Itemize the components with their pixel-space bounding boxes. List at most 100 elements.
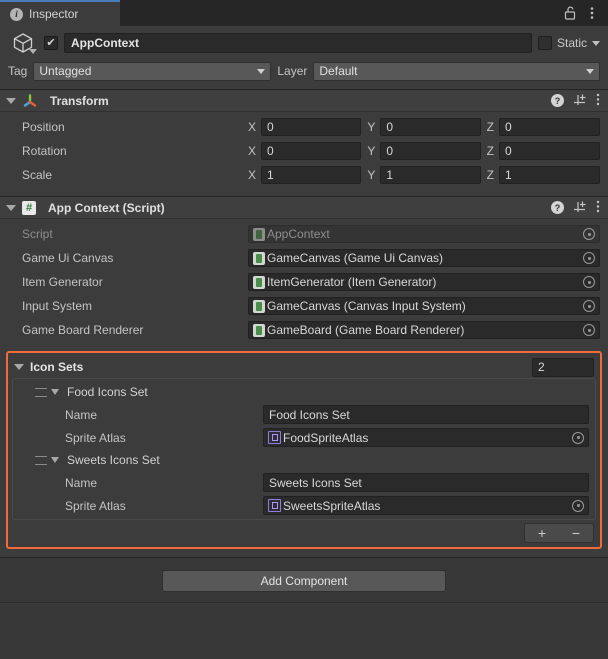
object-picker-icon[interactable] [572, 431, 584, 444]
axis-z-label: Z [486, 120, 494, 134]
static-checkbox[interactable] [537, 36, 552, 50]
inspector-tabbar: i Inspector [0, 0, 608, 26]
sprite-atlas-icon [268, 499, 281, 512]
field-row-script: Script AppContext [8, 223, 600, 245]
add-component-area: Add Component [0, 558, 608, 602]
layer-chevron-down-icon [586, 68, 594, 74]
static-label: Static [556, 36, 587, 50]
icon-sets-size-input[interactable]: 2 [532, 357, 594, 377]
app-context-header[interactable]: # App Context (Script) ? [0, 197, 608, 219]
object-value: SweetsSpriteAtlas [283, 498, 381, 513]
object-picker-icon[interactable] [583, 276, 595, 288]
position-z-input[interactable]: 0 [499, 118, 600, 136]
object-picker-icon[interactable] [583, 228, 595, 240]
static-toggle-group[interactable]: Static [537, 36, 600, 50]
object-picker-icon[interactable] [583, 252, 595, 264]
element-foldout-icon[interactable] [51, 389, 59, 395]
element-row-name: Name Food Icons Set [13, 403, 595, 426]
add-component-button[interactable]: Add Component [162, 570, 446, 592]
tag-dropdown[interactable]: Untagged [33, 61, 272, 81]
element-foldout-icon[interactable] [51, 457, 59, 463]
row-label: Position [22, 120, 65, 134]
transform-row-position: Position X 0 Y 0 Z 0 [8, 116, 600, 138]
object-value: ItemGenerator (Item Generator) [267, 275, 437, 289]
game-ui-canvas-object-field[interactable]: GameCanvas (Game Ui Canvas) [248, 249, 600, 267]
bottom-strip [0, 602, 608, 610]
add-element-button[interactable]: + [538, 526, 546, 540]
icon-set-name-input[interactable]: Sweets Icons Set [263, 473, 589, 492]
game-board-renderer-object-field[interactable]: GameBoard (Game Board Renderer) [248, 321, 600, 339]
row-label: Name [65, 475, 98, 490]
scale-z-input[interactable]: 1 [499, 166, 600, 184]
transform-header[interactable]: Transform ? [0, 90, 608, 112]
drag-handle-icon[interactable] [35, 455, 47, 465]
axis-x-label: X [248, 144, 257, 158]
scale-y-input[interactable]: 1 [380, 166, 481, 184]
drag-handle-icon[interactable] [35, 387, 47, 397]
array-element-header[interactable]: Food Icons Set [13, 381, 595, 403]
transform-row-rotation: Rotation X 0 Y 0 Z 0 [8, 140, 600, 162]
kebab-menu-icon[interactable] [586, 5, 598, 21]
axis-z-label: Z [486, 144, 494, 158]
object-value: GameCanvas (Game Ui Canvas) [267, 251, 444, 265]
cube-dropdown-caret-icon[interactable] [29, 49, 37, 54]
kebab-menu-icon[interactable] [596, 93, 600, 109]
layer-dropdown[interactable]: Default [313, 61, 600, 81]
row-label: Sprite Atlas [65, 430, 126, 445]
preset-settings-icon[interactable] [573, 200, 587, 216]
gameobject-name-input[interactable]: AppContext [64, 33, 532, 53]
cube-icon[interactable] [8, 32, 38, 54]
icon-set-name-input[interactable]: Food Icons Set [263, 405, 589, 424]
sprite-atlas-object-field[interactable]: FoodSpriteAtlas [263, 428, 589, 447]
gameobject-enabled-checkbox[interactable]: ✔ [44, 36, 58, 50]
field-row-item-generator: Item Generator ItemGenerator (Item Gener… [8, 271, 600, 293]
axis-z-label: Z [486, 168, 494, 182]
layer-label: Layer [277, 64, 308, 78]
icon-sets-array: Icon Sets 2 Food Icons Set Name Food Ico… [6, 351, 602, 549]
rotation-x-input[interactable]: 0 [261, 142, 362, 160]
row-label: Scale [22, 168, 53, 182]
array-element-header[interactable]: Sweets Icons Set [13, 449, 595, 471]
field-row-game-ui-canvas: Game Ui Canvas GameCanvas (Game Ui Canva… [8, 247, 600, 269]
axis-x-label: X [248, 120, 257, 134]
app-context-foldout-icon[interactable] [6, 204, 16, 211]
csharp-script-icon: # [22, 200, 36, 215]
script-asset-icon [253, 299, 265, 313]
help-circle-icon[interactable]: ? [551, 94, 564, 107]
object-picker-icon[interactable] [583, 300, 595, 312]
scale-x-input[interactable]: 1 [261, 166, 362, 184]
static-chevron-down-icon[interactable] [592, 40, 600, 46]
remove-element-button[interactable]: − [572, 526, 580, 540]
unlocked-padlock-icon[interactable] [564, 6, 576, 20]
transform-foldout-icon[interactable] [6, 97, 16, 104]
sprite-atlas-object-field[interactable]: SweetsSpriteAtlas [263, 496, 589, 515]
field-row-input-system: Input System GameCanvas (Canvas Input Sy… [8, 295, 600, 317]
object-picker-icon[interactable] [572, 499, 584, 512]
rotation-y-input[interactable]: 0 [380, 142, 481, 160]
icon-sets-foldout-icon[interactable] [14, 364, 24, 370]
row-label: Input System [22, 299, 93, 313]
position-x-input[interactable]: 0 [261, 118, 362, 136]
object-picker-icon[interactable] [583, 324, 595, 336]
rotation-z-input[interactable]: 0 [499, 142, 600, 160]
tab-inspector[interactable]: i Inspector [0, 0, 120, 26]
position-y-input[interactable]: 0 [380, 118, 481, 136]
icon-sets-header[interactable]: Icon Sets 2 [12, 356, 596, 378]
help-circle-icon[interactable]: ? [551, 201, 564, 214]
input-system-object-field[interactable]: GameCanvas (Canvas Input System) [248, 297, 600, 315]
app-context-rows: Script AppContext Game Ui Canvas GameCan… [0, 219, 608, 351]
icon-sets-title: Icon Sets [30, 360, 84, 374]
item-generator-object-field[interactable]: ItemGenerator (Item Generator) [248, 273, 600, 291]
element-title: Food Icons Set [67, 385, 148, 399]
element-row-sprite-atlas: Sprite Atlas SweetsSpriteAtlas [13, 494, 595, 517]
row-label: Script [22, 227, 53, 241]
component-app-context: # App Context (Script) ? Script AppConte… [0, 197, 608, 558]
script-asset-icon [253, 323, 265, 337]
transform-axis-icon [22, 93, 38, 109]
preset-settings-icon[interactable] [573, 93, 587, 109]
row-label: Name [65, 407, 98, 422]
kebab-menu-icon[interactable] [596, 200, 600, 216]
layer-value: Default [319, 64, 358, 78]
axis-y-label: Y [367, 168, 376, 182]
field-row-game-board-renderer: Game Board Renderer GameBoard (Game Boar… [8, 319, 600, 341]
